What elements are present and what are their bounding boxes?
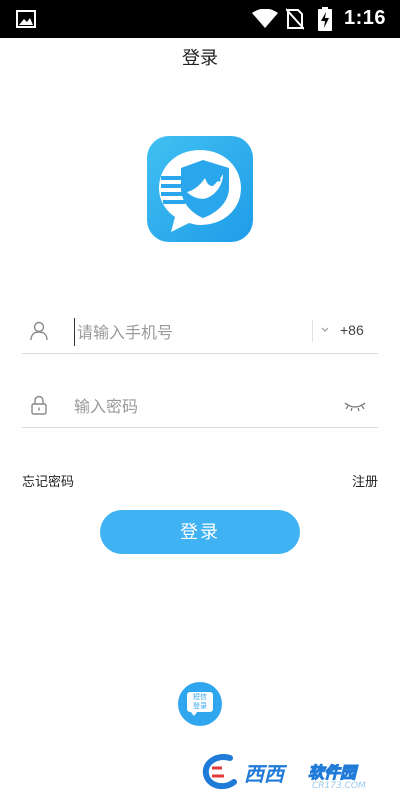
user-icon bbox=[30, 321, 48, 341]
forgot-password-link[interactable]: 忘记密码 bbox=[22, 471, 74, 490]
battery-charging-icon bbox=[318, 7, 332, 31]
phone-input[interactable] bbox=[74, 318, 304, 346]
chevron-down-icon[interactable] bbox=[320, 326, 330, 334]
status-bar: 1:16 bbox=[0, 0, 400, 38]
sms-login-label-line2: 登录 bbox=[193, 702, 207, 710]
phone-divider bbox=[312, 320, 313, 342]
watermark-logo-icon bbox=[202, 754, 237, 790]
chat-shield-bird-logo bbox=[159, 150, 241, 232]
sms-login-button[interactable]: 短信 登录 bbox=[178, 682, 222, 726]
register-link[interactable]: 注册 bbox=[352, 471, 378, 490]
app-logo bbox=[147, 136, 253, 242]
sms-bubble-icon: 短信 登录 bbox=[187, 692, 213, 712]
login-button[interactable]: 登录 bbox=[100, 510, 300, 554]
image-icon bbox=[16, 10, 36, 28]
watermark-name: 软件园 bbox=[307, 763, 357, 783]
watermark-url: CR173.COM bbox=[312, 781, 366, 791]
wifi-icon bbox=[252, 9, 278, 28]
watermark-brand: 西西 bbox=[244, 762, 284, 786]
password-row bbox=[22, 384, 378, 428]
lock-icon bbox=[31, 395, 47, 415]
password-input[interactable] bbox=[74, 392, 314, 420]
sms-login-label-line1: 短信 bbox=[193, 693, 207, 701]
page-title: 登录 bbox=[182, 48, 218, 69]
country-code-select[interactable]: +86 bbox=[340, 322, 364, 338]
status-time: 1:16 bbox=[344, 7, 387, 29]
phone-row: +86 bbox=[22, 310, 378, 354]
no-sim-icon bbox=[286, 8, 304, 30]
sms-bubble-tail bbox=[190, 711, 198, 716]
watermark: 西西 软件园 CR173.COM bbox=[200, 750, 396, 794]
eye-closed-icon[interactable] bbox=[344, 400, 366, 412]
